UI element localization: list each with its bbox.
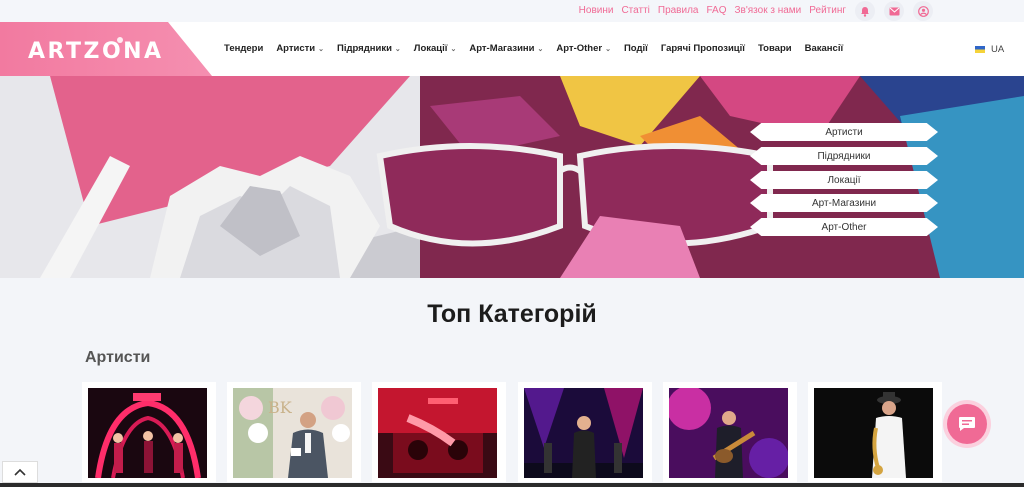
os-taskbar <box>0 483 1024 487</box>
chevron-down-icon: ⌄ <box>537 45 544 53</box>
top-link-news[interactable]: Новини <box>579 5 614 16</box>
nav-artists[interactable]: Артисти ⌄ <box>276 43 324 54</box>
section-title: Топ Категорій <box>427 300 597 328</box>
artist-image: BK <box>233 388 352 478</box>
chevron-down-icon: ⌄ <box>394 45 401 53</box>
category-title: Артисти <box>85 349 151 366</box>
nav-locations[interactable]: Локації ⌄ <box>414 43 457 54</box>
nav-hot-offers[interactable]: Гарячі Пропозиції <box>661 43 745 54</box>
top-links: Новини Статті Правила FAQ Зв'язок з нами… <box>579 5 846 16</box>
nav-label: Арт-Other <box>556 43 603 54</box>
top-link-rules[interactable]: Правила <box>658 5 699 16</box>
mail-icon[interactable] <box>884 1 904 21</box>
artist-image <box>524 388 643 478</box>
artist-card-saxophonist[interactable] <box>808 382 942 482</box>
top-link-rating[interactable]: Рейтинг <box>809 5 846 16</box>
nav-art-shops[interactable]: Арт-Магазини ⌄ <box>469 43 543 54</box>
hero-banner: Артисти Підрядники Локації Арт-Магазини … <box>0 76 1024 278</box>
artist-image <box>669 388 788 478</box>
nav-tenders[interactable]: Тендери <box>224 43 263 54</box>
top-icons <box>855 1 933 21</box>
nav-vacancies[interactable]: Вакансії <box>805 43 844 54</box>
logo-text: ARTZONA <box>28 39 164 64</box>
hero-link-art-shops[interactable]: Арт-Магазини <box>750 194 938 212</box>
nav-label: Локації <box>413 43 448 54</box>
nav-goods[interactable]: Товари <box>758 43 792 54</box>
chevron-down-icon: ⌄ <box>450 45 457 53</box>
main-header: ARTZONA Тендери Артисти ⌄ Підрядники ⌄ Лок… <box>0 22 1024 76</box>
artist-card-host[interactable]: BK <box>227 382 361 482</box>
hero-link-artists[interactable]: Артисти <box>750 123 938 141</box>
nav-label: Товари <box>757 43 792 54</box>
hero-link-art-other[interactable]: Арт-Other <box>750 218 938 236</box>
logo[interactable]: ARTZONA <box>0 22 212 76</box>
svg-text:BK: BK <box>268 398 293 417</box>
nav-label: Підрядники <box>337 43 392 54</box>
top-link-contact[interactable]: Зв'язок з нами <box>735 5 802 16</box>
nav-label: Гарячі Пропозиції <box>660 43 745 54</box>
chevron-up-icon <box>14 468 26 476</box>
language-switcher[interactable]: UA <box>975 44 1004 55</box>
nav-label: Арт-Магазини <box>469 43 535 54</box>
scroll-top-button[interactable] <box>2 461 38 483</box>
artist-card-dj[interactable] <box>372 382 506 482</box>
main-nav: Тендери Артисти ⌄ Підрядники ⌄ Локації ⌄ Ар… <box>224 43 843 54</box>
chat-icon <box>959 417 975 431</box>
nav-label: Артисти <box>276 43 316 54</box>
ukraine-flag-icon <box>975 46 985 53</box>
artist-card-singer[interactable] <box>518 382 652 482</box>
nav-art-other[interactable]: Арт-Other ⌄ <box>556 43 611 54</box>
top-utility-bar: Новини Статті Правила FAQ Зв'язок з нами… <box>0 0 1024 22</box>
nav-events[interactable]: Події <box>624 43 648 54</box>
hero-link-contractors[interactable]: Підрядники <box>750 147 938 165</box>
artist-image <box>88 388 207 478</box>
nav-contractors[interactable]: Підрядники ⌄ <box>337 43 401 54</box>
artist-image <box>378 388 497 478</box>
nav-label: Події <box>623 43 648 54</box>
top-link-articles[interactable]: Статті <box>621 5 649 16</box>
nav-label: Тендери <box>224 43 264 54</box>
chevron-down-icon: ⌄ <box>318 45 324 53</box>
hero-link-locations[interactable]: Локації <box>750 171 938 189</box>
artist-card-guitarist[interactable] <box>663 382 797 482</box>
chevron-down-icon: ⌄ <box>605 45 611 53</box>
language-label: UA <box>991 44 1005 55</box>
artist-image <box>814 388 933 478</box>
chat-button[interactable] <box>947 404 987 444</box>
user-icon[interactable] <box>913 1 933 21</box>
top-link-faq[interactable]: FAQ <box>706 5 726 16</box>
artist-card-dance-show[interactable] <box>82 382 216 482</box>
nav-label: Вакансії <box>804 43 844 54</box>
bell-icon[interactable] <box>855 1 875 21</box>
